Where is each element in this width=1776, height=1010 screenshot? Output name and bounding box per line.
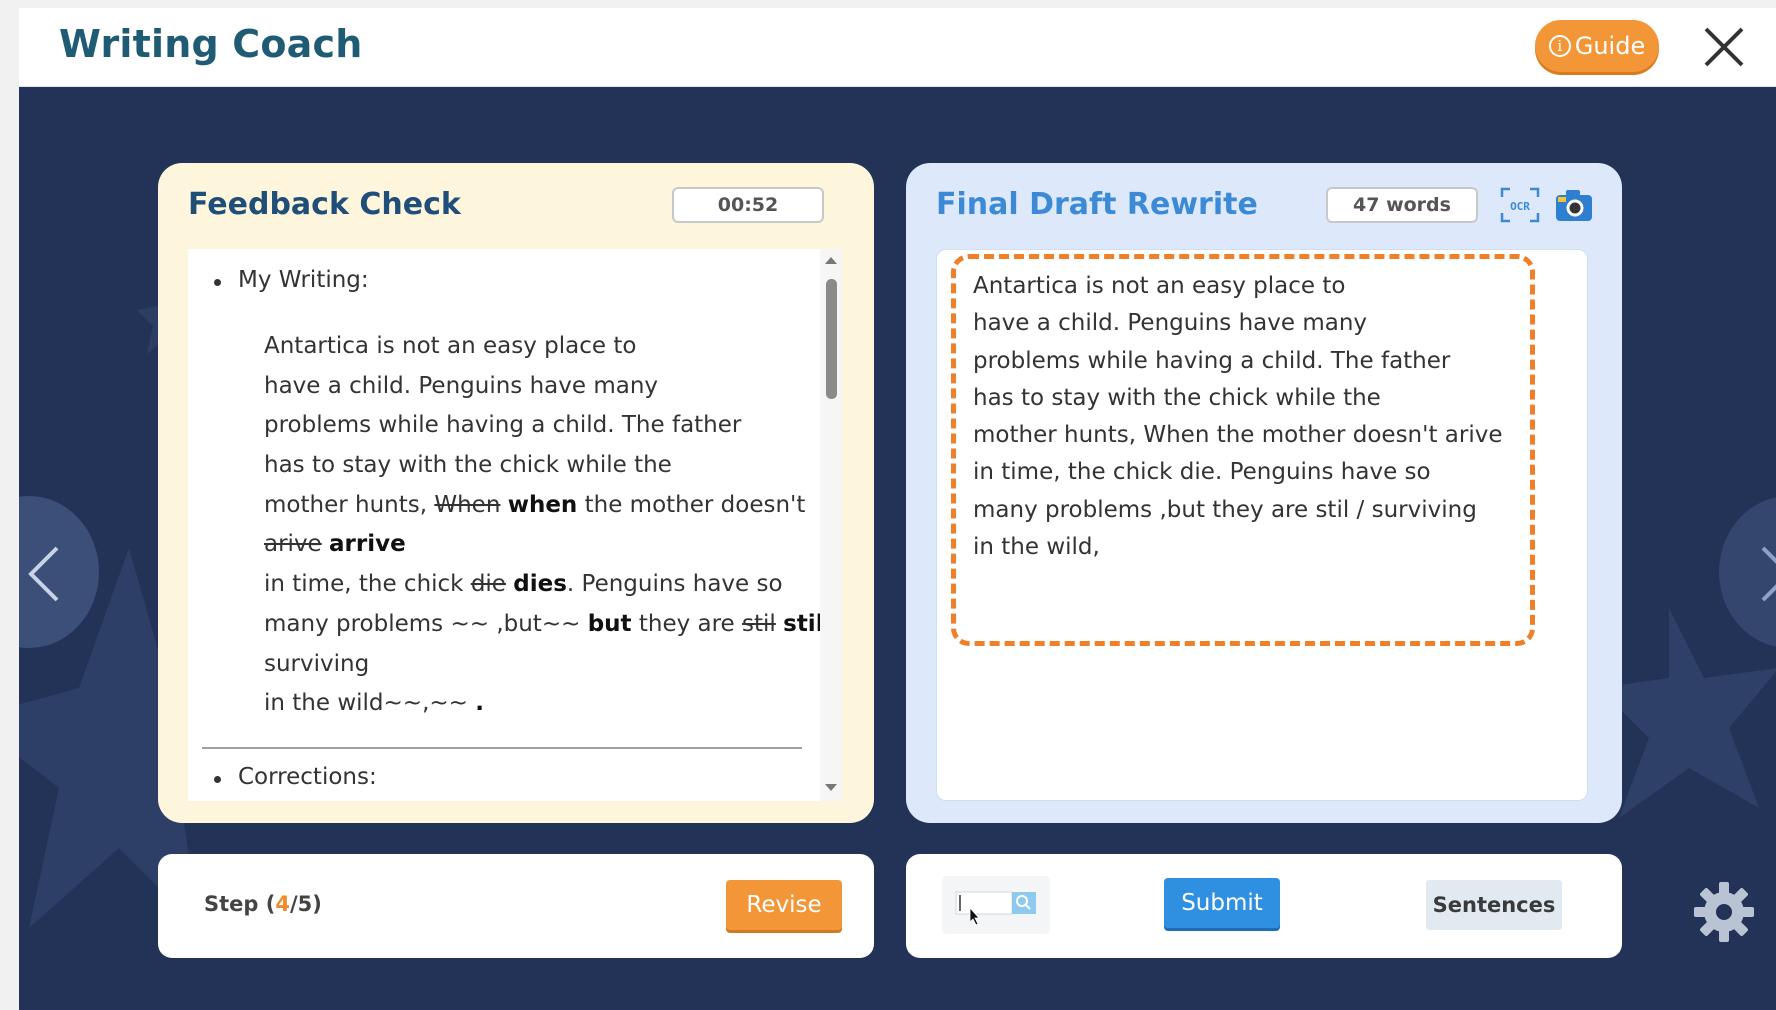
writing-line: arive arrive — [264, 525, 824, 565]
corrections-heading: Corrections: — [214, 764, 377, 790]
word-count: 47 words — [1326, 187, 1478, 223]
guide-label: Guide — [1574, 32, 1646, 60]
ocr-icon[interactable]: OCR — [1500, 187, 1540, 223]
line-text: Antartica is not an easy place to — [264, 333, 637, 359]
writing-line: in the wild~~,~~ . — [264, 684, 824, 724]
action-bar: Submit Sentences — [906, 854, 1622, 958]
writing-line: many problems ~~ ,but~~ but they are sti… — [264, 605, 828, 645]
line-text — [500, 492, 507, 518]
chevron-right-icon — [1761, 546, 1776, 602]
scroll-thumb[interactable] — [826, 279, 837, 399]
line-text: . Penguins have so — [566, 571, 783, 598]
draft-line: in time, the chick die. Penguins have so — [973, 459, 1431, 486]
gear-icon[interactable] — [1692, 880, 1756, 944]
draft-line: in the wild, — [973, 534, 1100, 561]
deleted-text: When — [434, 491, 501, 518]
writing-line: has to stay with the chick while the — [264, 446, 824, 486]
draft-line: problems while having a child. The fathe… — [973, 347, 1451, 374]
final-draft-text[interactable]: Antartica is not an easy place to have a … — [973, 268, 1533, 566]
writing-line: in time, the chick die dies. Penguins ha… — [264, 565, 824, 605]
revise-button[interactable]: Revise — [726, 880, 842, 930]
draft-line: mother hunts, When the mother doesn't ar… — [973, 422, 1503, 449]
step-current: 4 — [275, 892, 290, 916]
writing-line: mother hunts, When when the mother doesn… — [264, 486, 824, 526]
feedback-scroll-area: My Writing: Antartica is not an easy pla… — [188, 249, 828, 801]
line-text — [322, 531, 329, 557]
writing-line: problems while having a child. The fathe… — [264, 406, 824, 446]
timer: 00:52 — [672, 187, 824, 223]
my-writing-heading: My Writing: — [214, 267, 369, 293]
inserted-text: arrive — [329, 531, 406, 558]
step-bar: Step (4/5) Revise — [158, 854, 874, 958]
draft-line: Antartica is not an easy place to — [973, 273, 1346, 299]
deleted-text: stil — [742, 610, 776, 637]
line-text: in time, the chick — [264, 571, 471, 598]
inserted-text: dies — [513, 571, 567, 598]
line-text: have a child. Penguins have many — [264, 372, 659, 399]
feedback-check-panel: Feedback Check 00:52 My Writing: Antarti… — [158, 163, 874, 823]
sentences-button[interactable]: Sentences — [1426, 880, 1562, 930]
writing-line: surviving — [264, 645, 824, 685]
camera-icon[interactable] — [1554, 187, 1594, 223]
my-writing-text: Antartica is not an easy place to have a … — [264, 327, 828, 724]
line-text: problems while having a child. The fathe… — [264, 412, 742, 439]
dictionary-search-button[interactable] — [942, 876, 1050, 934]
app-title: Writing Coach — [59, 22, 363, 66]
feedback-panel-title: Feedback Check — [188, 187, 461, 222]
search-icon — [955, 891, 1036, 926]
final-draft-editor[interactable]: Antartica is not an easy place to have a … — [936, 249, 1588, 801]
draft-line: have a child. Penguins have many — [973, 310, 1368, 337]
close-icon[interactable] — [1701, 24, 1747, 70]
draft-panel-title: Final Draft Rewrite — [936, 187, 1258, 222]
scroll-up-arrow-icon[interactable] — [825, 257, 837, 264]
writing-line: Antartica is not an easy place to — [264, 327, 824, 367]
line-text: has to stay with the chick while the — [264, 452, 672, 479]
step-total: /5) — [289, 892, 322, 916]
writing-line: have a child. Penguins have many — [264, 367, 824, 407]
line-text: they are — [631, 610, 743, 637]
feedback-content[interactable]: My Writing: Antartica is not an easy pla… — [188, 249, 842, 801]
step-indicator: Step (4/5) — [204, 892, 322, 916]
inserted-text: when — [507, 491, 578, 518]
line-text: many problems ~~ ,but~~ — [264, 610, 588, 637]
guide-button[interactable]: i Guide — [1535, 20, 1659, 72]
writing-coach-app: Writing Coach i Guide Feedback Check 00:… — [19, 8, 1776, 1010]
feedback-scrollbar[interactable] — [820, 249, 842, 801]
draft-line: has to stay with the chick while the — [973, 384, 1381, 411]
line-text: surviving — [264, 650, 370, 677]
inserted-text: . — [475, 690, 484, 717]
final-draft-panel: Final Draft Rewrite 47 words OCR Antarti… — [906, 163, 1622, 823]
chevron-left-icon — [28, 546, 59, 602]
top-bar: Writing Coach i Guide — [19, 8, 1776, 87]
star-decoration-icon — [1609, 608, 1776, 818]
line-text: mother hunts, — [264, 491, 435, 518]
section-divider — [202, 747, 802, 749]
draft-line: many problems ,but they are stil / survi… — [973, 496, 1477, 523]
line-text: the mother doesn't — [577, 491, 806, 518]
deleted-text: arive — [264, 531, 322, 558]
line-text: in the wild~~,~~ — [264, 690, 476, 717]
info-icon: i — [1548, 35, 1571, 57]
submit-button[interactable]: Submit — [1164, 878, 1280, 928]
step-prefix: Step ( — [204, 892, 276, 916]
deleted-text: die — [470, 571, 506, 598]
ocr-label: OCR — [1510, 200, 1530, 213]
inserted-text: but — [587, 610, 632, 637]
scroll-down-arrow-icon[interactable] — [825, 784, 837, 791]
